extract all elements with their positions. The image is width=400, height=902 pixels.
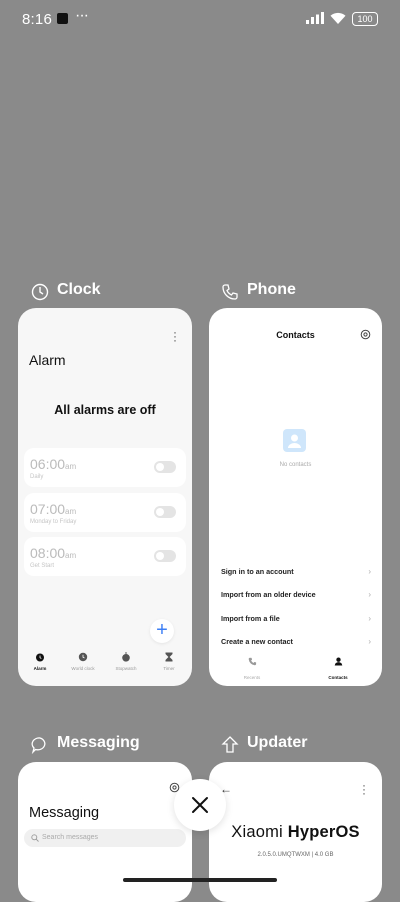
option-label: Create a new contact [221,637,293,646]
chevron-right-icon: › [368,637,371,646]
app-name-clock: Clock [57,281,101,298]
status-bar: 8:16 ··· 100 [0,0,400,38]
more-menu-icon[interactable]: · · · [172,326,178,346]
clock-app-card[interactable]: · · · Alarm All alarms are off 06:00am Dai… [18,308,192,686]
version-text: 2.0.5.0.UMQTWXM | 4.0 GB [257,852,334,858]
option-create-contact[interactable]: Create a new contact › [221,637,371,649]
alarm-toggle[interactable] [154,506,176,518]
alarm-time: 06:00 [30,456,66,472]
world-clock-icon [78,652,88,662]
alarm-suffix: am [65,551,77,560]
tab-contacts[interactable]: Contacts [318,653,358,680]
phone-app-card[interactable]: Contacts No contacts Sign in to an accou… [209,308,382,686]
app-name-phone: Phone [247,281,296,298]
tab-alarm[interactable]: Alarm [23,652,57,671]
chevron-right-icon: › [368,590,371,599]
messaging-title: Messaging [29,805,100,821]
alarm-suffix: am [65,507,77,516]
brand-hyperos: HyperOS [287,823,360,841]
tab-label: Stopwatch [115,666,137,671]
hyperos-logo: Xiaomi HyperOS [209,823,382,842]
alarm-toggle[interactable] [154,461,176,473]
alarm-days: Monday to Friday [30,519,77,525]
alarm-icon [36,653,44,662]
add-alarm-button[interactable]: + [150,619,174,643]
brand-xiaomi: Xiaomi [231,823,288,841]
wifi-icon [330,12,346,24]
contacts-title: Contacts [276,330,315,340]
search-input[interactable]: Search messages [24,829,186,847]
app-name-messaging: Messaging [57,734,140,751]
status-time: 8:16 [22,11,52,28]
option-import-file[interactable]: Import from a file › [221,614,371,626]
tab-label: Contacts [328,675,348,680]
alarm-toggle[interactable] [154,550,176,562]
battery-icon: 100 [352,12,378,26]
option-label: Import from a file [221,614,280,623]
messaging-app-icon [31,737,46,755]
tab-label: Timer [163,666,175,671]
tab-label: Alarm [33,666,47,671]
alarm-suffix: am [65,462,77,471]
signal-icon [306,12,324,24]
alarm-item[interactable]: 08:00am Get Start [24,537,186,576]
tab-label: Recents [243,675,261,680]
tab-stopwatch[interactable]: Stopwatch [109,652,143,671]
alarm-days: Get Start [30,563,55,569]
option-sign-in[interactable]: Sign in to an account › [221,567,371,579]
option-label: Import from an older device [221,590,316,599]
alarm-days: Daily [30,474,44,480]
tab-recents[interactable]: Recents [232,653,272,680]
alarm-item[interactable]: 07:00am Monday to Friday [24,493,186,532]
more-notifications-icon: ··· [75,7,89,24]
phone-icon [248,657,256,666]
close-all-button[interactable] [174,779,226,831]
app-name-updater: Updater [247,734,308,751]
timer-icon [165,652,173,662]
phone-app-icon [222,284,238,300]
tab-world-clock[interactable]: World clock [66,652,100,671]
no-contacts-text: No contacts [279,462,312,468]
settings-gear-icon[interactable] [360,329,371,340]
alarm-time: 08:00 [30,545,66,561]
clock-tab-bar: Alarm World clock Stopwatch Timer [18,652,192,680]
alarm-time: 07:00 [30,501,66,517]
tab-label: World clock [71,666,95,671]
clock-title: Alarm [29,352,66,368]
tab-timer[interactable]: Timer [152,652,186,671]
alarm-item[interactable]: 06:00am Daily [24,448,186,487]
option-label: Sign in to an account [221,567,294,576]
more-menu-icon[interactable]: · · · [361,779,367,799]
stopwatch-icon [122,652,130,662]
chevron-right-icon: › [368,567,371,576]
notification-icon [57,13,68,24]
contacts-icon [334,657,342,666]
close-icon [192,797,208,813]
search-icon [31,834,39,842]
search-placeholder: Search messages [42,834,99,841]
chevron-right-icon: › [368,614,371,623]
empty-contacts-icon [283,429,306,452]
option-import-older-device[interactable]: Import from an older device › [221,590,371,602]
updater-app-icon [221,736,239,753]
clock-app-icon [31,283,49,301]
alarms-off-text: All alarms are off [54,403,156,417]
home-indicator[interactable] [123,878,277,882]
